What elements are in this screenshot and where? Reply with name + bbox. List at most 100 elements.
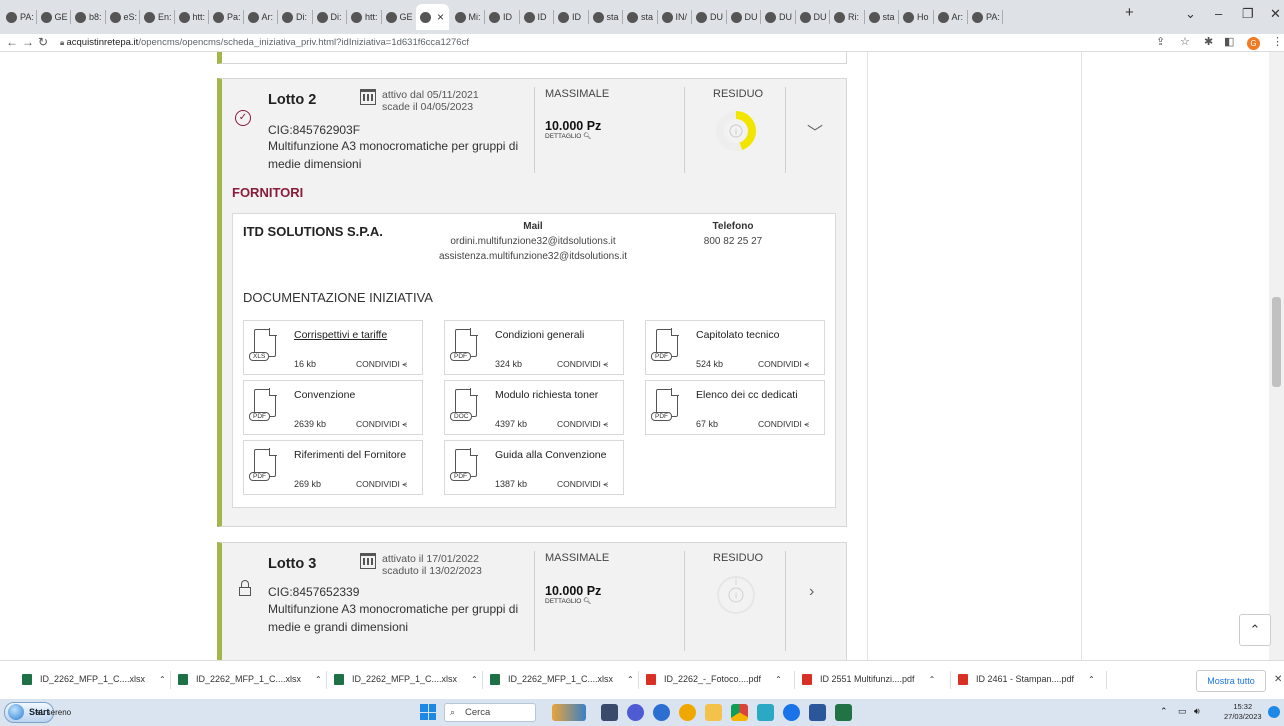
- document-name-link[interactable]: Modulo richiesta toner: [495, 389, 598, 401]
- star-icon[interactable]: ☆: [1180, 35, 1190, 48]
- chevron-up-icon[interactable]: ⌃: [315, 675, 322, 684]
- document-name-link[interactable]: Condizioni generali: [495, 329, 584, 341]
- browser-tab[interactable]: DU: [761, 4, 794, 30]
- tray-chevron-icon[interactable]: ⌃: [1160, 706, 1168, 717]
- document-card[interactable]: PDF Convenzione 2639 kb CONDIVIDI ⪪: [243, 380, 423, 435]
- browser-tab[interactable]: IN/: [658, 4, 691, 30]
- chevron-up-icon[interactable]: ⌃: [471, 675, 478, 684]
- browser-tab[interactable]: DU: [692, 4, 725, 30]
- browser-tab[interactable]: sta: [865, 4, 898, 30]
- browser-tab[interactable]: sta: [623, 4, 656, 30]
- taskbar-clock[interactable]: 15:32 27/03/2023: [1224, 702, 1262, 722]
- browser-tab[interactable]: sta: [589, 4, 622, 30]
- sidepanel-icon[interactable]: ◧: [1224, 35, 1234, 48]
- browser-tab[interactable]: PA:: [2, 4, 35, 30]
- share-link[interactable]: CONDIVIDI ⪪: [557, 419, 608, 430]
- minimize-icon[interactable]: –: [1215, 6, 1222, 21]
- browser-tab[interactable]: DU: [727, 4, 760, 30]
- browser-tab[interactable]: Mi:: [451, 4, 484, 30]
- forward-icon[interactable]: →: [22, 35, 34, 49]
- chevron-up-icon[interactable]: ⌃: [627, 675, 634, 684]
- download-item[interactable]: ID 2461 - Stampan....pdf ⌃: [958, 674, 1095, 686]
- excel-icon[interactable]: [835, 704, 852, 721]
- share-link[interactable]: CONDIVIDI ⪪: [557, 479, 608, 490]
- chrome-icon[interactable]: [731, 704, 748, 721]
- document-name-link[interactable]: Convenzione: [294, 389, 355, 401]
- download-item[interactable]: ID_2262_MFP_1_C....xlsx ⌃: [334, 674, 478, 686]
- widgets-icon[interactable]: [552, 704, 586, 721]
- notification-icon[interactable]: [1268, 706, 1280, 718]
- chevron-up-icon[interactable]: ⌃: [929, 675, 936, 684]
- download-item[interactable]: ID 2551 Multifunzi....pdf ⌃: [802, 674, 936, 686]
- windows-icon[interactable]: [420, 704, 436, 720]
- document-card[interactable]: PDF Elenco dei cc dedicati 67 kb CONDIVIDI …: [645, 380, 825, 435]
- browser-tab[interactable]: ×: [416, 4, 449, 30]
- browser-tab[interactable]: GE: [382, 4, 415, 30]
- share-link[interactable]: CONDIVIDI ⪪: [356, 359, 407, 370]
- document-card[interactable]: PDF Guida alla Convenzione 1387 kb CONDIVID…: [444, 440, 624, 495]
- share-link[interactable]: CONDIVIDI ⪪: [758, 359, 809, 370]
- show-all-downloads-button[interactable]: Mostra tutto: [1196, 670, 1266, 692]
- document-name-link[interactable]: Capitolato tecnico: [696, 329, 779, 341]
- browser-tab[interactable]: PA:: [968, 4, 1001, 30]
- chevron-down-icon[interactable]: ﹀: [807, 119, 823, 143]
- download-item[interactable]: ID_2262_-_Fotoco....pdf ⌃: [646, 674, 782, 686]
- tab-close-icon[interactable]: ×: [437, 10, 444, 24]
- store-icon[interactable]: [757, 704, 774, 721]
- app-icon[interactable]: [679, 704, 696, 721]
- menu-icon[interactable]: ⋮: [1272, 35, 1283, 48]
- browser-tab[interactable]: b8:: [71, 4, 104, 30]
- download-item[interactable]: ID_2262_MFP_1_C....xlsx ⌃: [178, 674, 322, 686]
- share-link[interactable]: CONDIVIDI ⪪: [557, 359, 608, 370]
- close-window-icon[interactable]: ✕: [1270, 6, 1281, 22]
- share-link[interactable]: CONDIVIDI ⪪: [356, 419, 407, 430]
- browser-tab[interactable]: Di:: [278, 4, 311, 30]
- back-to-top-button[interactable]: ⌃: [1239, 614, 1271, 646]
- document-name-link[interactable]: Riferimenti del Fornitore: [294, 449, 406, 461]
- browser-tab[interactable]: En:: [140, 4, 173, 30]
- document-name-link[interactable]: Elenco dei cc dedicati: [696, 389, 798, 401]
- chevron-up-icon[interactable]: ⌃: [159, 675, 166, 684]
- new-tab-button[interactable]: +: [1125, 4, 1134, 21]
- edge-icon[interactable]: [783, 704, 800, 721]
- restore-icon[interactable]: ❐: [1242, 6, 1254, 22]
- browser-tab[interactable]: Ar:: [934, 4, 967, 30]
- chevron-right-icon[interactable]: ›: [809, 583, 814, 601]
- document-card[interactable]: PDF Capitolato tecnico 524 kb CONDIVIDI ⪪: [645, 320, 825, 375]
- task-view-icon[interactable]: [601, 704, 618, 721]
- close-download-bar-icon[interactable]: ✕: [1274, 674, 1282, 685]
- document-card[interactable]: PDF Condizioni generali 324 kb CONDIVIDI ⪪: [444, 320, 624, 375]
- browser-tab[interactable]: Ar:: [244, 4, 277, 30]
- browser-tab[interactable]: htt:: [347, 4, 380, 30]
- outlook-icon[interactable]: [809, 704, 826, 721]
- browser-tab[interactable]: ID: [485, 4, 518, 30]
- app-icon[interactable]: [653, 704, 670, 721]
- share-link[interactable]: CONDIVIDI ⪪: [758, 419, 809, 430]
- browser-tab[interactable]: Pa:: [209, 4, 242, 30]
- document-card[interactable]: XLS Corrispettivi e tariffe 16 kb CONDIVIDI…: [243, 320, 423, 375]
- network-icon[interactable]: ▭: [1178, 706, 1187, 717]
- profile-avatar[interactable]: G: [1247, 37, 1260, 50]
- document-card[interactable]: DOC Modulo richiesta toner 4397 kb CONDIVID…: [444, 380, 624, 435]
- browser-tab[interactable]: DU: [796, 4, 829, 30]
- taskbar-search-input[interactable]: ⌕ Cerca: [444, 703, 536, 722]
- volume-icon[interactable]: 🔊︎: [1194, 706, 1200, 717]
- dettaglio-link[interactable]: DETTAGLIO 🔍︎: [545, 132, 591, 140]
- download-item[interactable]: ID_2262_MFP_1_C....xlsx ⌃: [22, 674, 166, 686]
- browser-tab[interactable]: ID: [520, 4, 553, 30]
- download-item[interactable]: ID_2262_MFP_1_C....xlsx ⌃: [490, 674, 634, 686]
- browser-tab[interactable]: htt:: [175, 4, 208, 30]
- browser-tab[interactable]: ID: [554, 4, 587, 30]
- browser-tab[interactable]: Di:: [313, 4, 346, 30]
- dettaglio-link[interactable]: DETTAGLIO 🔍︎: [545, 597, 591, 605]
- file-explorer-icon[interactable]: [705, 704, 722, 721]
- mail-link-orders[interactable]: ordini.multifunzione32@itdsolutions.it: [413, 236, 653, 247]
- extensions-icon[interactable]: ✱: [1204, 35, 1213, 48]
- document-name-link[interactable]: Corrispettivi e tariffe: [294, 329, 387, 341]
- share-link[interactable]: CONDIVIDI ⪪: [356, 479, 407, 490]
- address-bar[interactable]: 🔒︎ acquistinretepa.it/opencms/opencms/sc…: [60, 37, 469, 48]
- document-card[interactable]: PDF Riferimenti del Fornitore 269 kb CONDIV…: [243, 440, 423, 495]
- mail-link-assistance[interactable]: assistenza.multifunzione32@itdsolutions.…: [413, 251, 653, 262]
- browser-tab[interactable]: Ri:: [830, 4, 863, 30]
- reload-icon[interactable]: ↻: [38, 35, 48, 49]
